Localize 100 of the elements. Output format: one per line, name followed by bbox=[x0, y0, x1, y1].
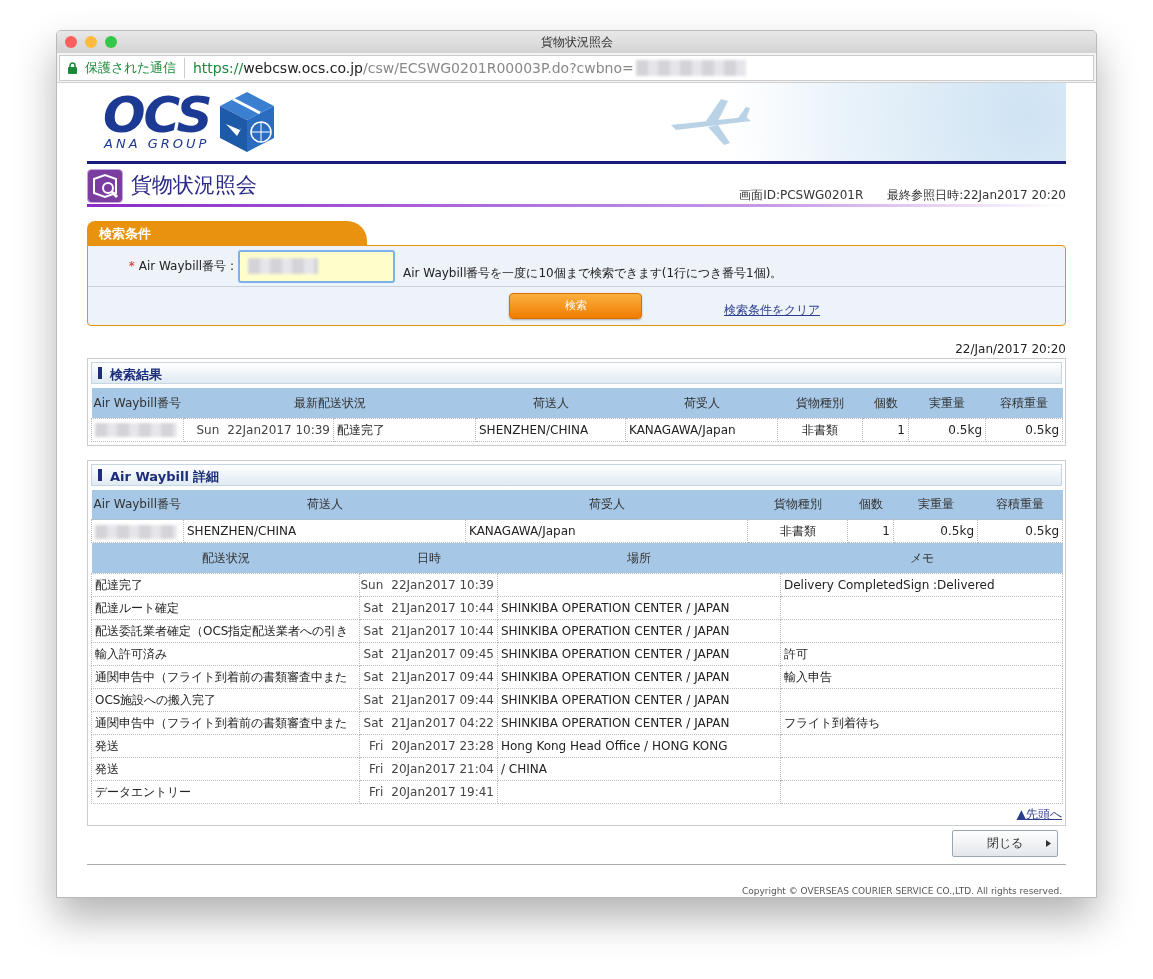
screen-id: 画面ID:PCSWG0201R bbox=[739, 187, 864, 204]
last-reference-time: 最終参照日時:22Jan2017 20:20 bbox=[887, 187, 1066, 204]
column-header: 実重量 bbox=[908, 388, 986, 418]
column-header: 荷受人 bbox=[465, 489, 748, 520]
panel-title: Air Waybill 詳細 bbox=[110, 468, 220, 484]
table-cell: 非書類 bbox=[779, 524, 816, 538]
logo-text: OCS bbox=[103, 93, 211, 137]
table-cell: 0.5kg bbox=[948, 422, 982, 437]
table-cell: 非書類 bbox=[802, 422, 838, 437]
blurred-text bbox=[248, 258, 318, 274]
column-header: 容積重量 bbox=[977, 489, 1063, 520]
table-cell: Delivery CompletedSign :Delivered bbox=[784, 577, 995, 592]
column-header: 貨物種別 bbox=[777, 388, 863, 418]
weekday-text: Sun bbox=[360, 576, 384, 594]
weekday-text: Sat bbox=[363, 622, 384, 640]
close-window-icon[interactable] bbox=[65, 36, 77, 48]
datetime-text: 21Jan2017 09:45 bbox=[391, 645, 494, 663]
column-header: Air Waybill番号 bbox=[91, 489, 184, 520]
table-cell: 配達完了 bbox=[337, 422, 385, 437]
zoom-window-icon[interactable] bbox=[105, 36, 117, 48]
clear-conditions-link[interactable]: 検索条件をクリア bbox=[724, 301, 820, 319]
column-header: 個数 bbox=[847, 489, 894, 520]
column-header: メモ bbox=[780, 543, 1063, 573]
table-cell: 許可 bbox=[784, 646, 808, 661]
datetime-text: 20Jan2017 21:04 bbox=[391, 760, 494, 778]
table-cell: 輸入許可済み bbox=[95, 646, 167, 661]
table-cell: 0.5kg bbox=[940, 524, 974, 538]
datetime-text: 21Jan2017 09:44 bbox=[391, 668, 494, 686]
result-time: 22/Jan/2017 20:20 bbox=[955, 342, 1066, 356]
weekday-text: Sat bbox=[363, 645, 384, 663]
copyright-text: Copyright © OVERSEAS COURIER SERVICE CO.,LTD. All rights reserved. bbox=[741, 885, 1062, 896]
weekday-text: Fri bbox=[369, 760, 384, 778]
datetime-text: 20Jan2017 23:28 bbox=[391, 737, 494, 755]
table-cell: KANAGAWA/Japan bbox=[469, 524, 576, 538]
minimize-window-icon[interactable] bbox=[85, 36, 97, 48]
weekday-text: Sun bbox=[196, 421, 220, 439]
table-cell: SHINKIBA OPERATION CENTER / JAPAN bbox=[501, 692, 730, 707]
table-cell: 0.5kg bbox=[1025, 524, 1059, 538]
lock-icon bbox=[68, 62, 77, 74]
datetime-text: 21Jan2017 04:22 bbox=[391, 714, 494, 732]
required-mark: * bbox=[128, 259, 135, 273]
table-cell: / CHINA bbox=[501, 761, 547, 776]
datetime-text: 22Jan2017 10:39 bbox=[227, 421, 330, 439]
address-bar[interactable]: 保護された通信 https://webcsw.ocs.co.jp/csw/ECSWG0201R00003P.do?cwbno= bbox=[59, 55, 1094, 81]
weekday-text: Fri bbox=[369, 737, 384, 755]
logo-subtext: ANA GROUP bbox=[104, 137, 210, 151]
table-cell: KANAGAWA/Japan bbox=[629, 422, 736, 437]
weekday-text: Sat bbox=[363, 691, 384, 709]
table-cell: Hong Kong Head Office / HONG KONG bbox=[501, 738, 728, 753]
table-cell: SHINKIBA OPERATION CENTER / JAPAN bbox=[501, 623, 730, 638]
panel-title: 検索結果 bbox=[110, 367, 162, 382]
column-header: 日時 bbox=[359, 543, 498, 573]
table-cell: 発送 bbox=[95, 738, 119, 753]
table-cell: 通関申告中（フライト到着前の書類審査中また bbox=[95, 669, 347, 684]
column-header: 荷送人 bbox=[183, 489, 466, 520]
cube-logo-icon bbox=[218, 90, 277, 154]
window-title: 貨物状況照会 bbox=[540, 35, 613, 49]
datetime-text: 21Jan2017 10:44 bbox=[391, 599, 494, 617]
weekday-text: Fri bbox=[369, 783, 384, 801]
column-header: 配送状況 bbox=[91, 543, 360, 573]
caret-icon bbox=[1046, 839, 1051, 847]
column-header: 貨物種別 bbox=[747, 489, 848, 520]
weekday-text: Sat bbox=[363, 668, 384, 686]
table-cell: 輸入申告 bbox=[784, 669, 832, 684]
datetime-text: 21Jan2017 09:44 bbox=[391, 691, 494, 709]
url-text: https://webcsw.ocs.co.jp/csw/ECSWG0201R00003P.do?cwbno= bbox=[193, 58, 634, 78]
security-label: 保護された通信 bbox=[85, 58, 185, 78]
column-header: 荷送人 bbox=[475, 388, 626, 418]
table-cell: SHINKIBA OPERATION CENTER / JAPAN bbox=[501, 600, 730, 615]
page-title: 貨物状況照会 bbox=[131, 172, 258, 200]
table-cell: 1 bbox=[897, 422, 905, 437]
table-cell: SHENZHEN/CHINA bbox=[187, 524, 297, 538]
table-cell: 発送 bbox=[95, 761, 119, 776]
package-search-icon bbox=[87, 169, 123, 203]
column-header: 場所 bbox=[497, 543, 781, 573]
table-cell: SHINKIBA OPERATION CENTER / JAPAN bbox=[501, 646, 730, 661]
table-cell: フライト到着待ち bbox=[784, 715, 880, 730]
weekday-text: Sat bbox=[363, 714, 384, 732]
table-cell: SHINKIBA OPERATION CENTER / JAPAN bbox=[501, 669, 730, 684]
column-header: 最新配送状況 bbox=[183, 388, 476, 418]
datetime-text: 22Jan2017 10:39 bbox=[391, 576, 494, 594]
table-cell: 配達完了 bbox=[95, 577, 143, 592]
weekday-text: Sat bbox=[363, 599, 384, 617]
table-cell: 0.5kg bbox=[1025, 422, 1059, 437]
close-button[interactable]: 閉じる bbox=[952, 829, 1058, 857]
column-header: 荷受人 bbox=[625, 388, 778, 418]
column-header: Air Waybill番号 bbox=[91, 388, 184, 418]
column-header: 容積重量 bbox=[985, 388, 1063, 418]
table-cell: データエントリー bbox=[95, 784, 191, 799]
table-cell: 配達ルート確定 bbox=[95, 600, 179, 615]
table-cell: 配送委託業者確定（OCS指定配送業者への引き bbox=[95, 623, 349, 638]
table-cell: 通関申告中（フライト到着前の書類審査中また bbox=[95, 715, 347, 730]
table-cell: OCS施設への搬入完了 bbox=[95, 692, 217, 707]
table-cell: 1 bbox=[882, 524, 890, 538]
back-to-top-link[interactable]: ▲先頭へ bbox=[1016, 806, 1062, 821]
datetime-text: 21Jan2017 10:44 bbox=[391, 622, 494, 640]
column-header: 個数 bbox=[862, 388, 909, 418]
search-hint-text: Air Waybill番号を一度に10個まで検索できます(1行につき番号1個)。 bbox=[403, 265, 783, 282]
column-header: 実重量 bbox=[893, 489, 978, 520]
waybill-input-field[interactable] bbox=[238, 249, 395, 283]
